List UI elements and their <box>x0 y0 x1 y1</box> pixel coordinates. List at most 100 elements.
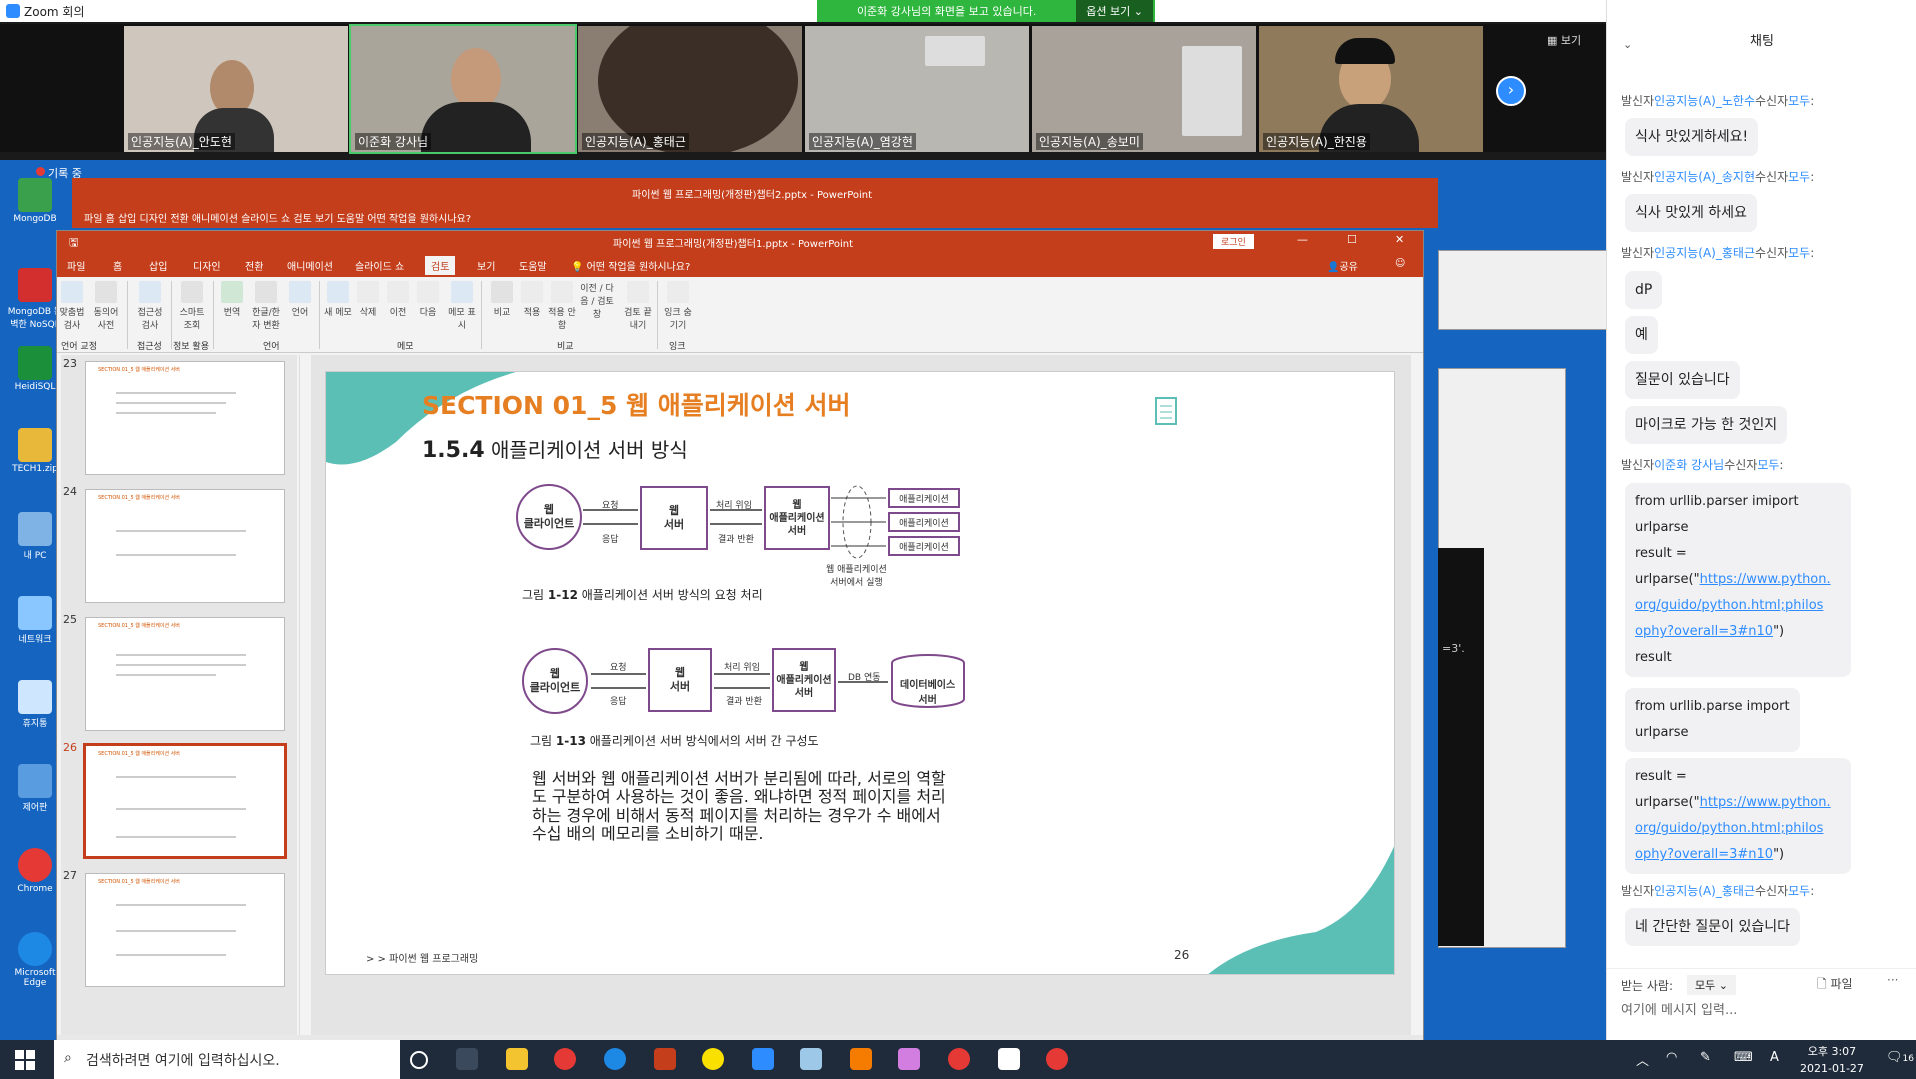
control-panel-icon <box>18 764 52 798</box>
hanja-button[interactable]: 한글/한자 변환 <box>251 281 281 331</box>
maximize-button[interactable]: ☐ <box>1347 233 1357 246</box>
tell-me-search[interactable]: 💡 어떤 작업을 원하시나요? <box>571 258 690 273</box>
chat-link[interactable]: ophy?overall=3#n10 <box>1635 847 1773 862</box>
chat-link[interactable]: https://www.python. <box>1700 795 1831 810</box>
login-button[interactable]: 로그인 <box>1213 234 1254 249</box>
next-page-arrow-icon[interactable]: › <box>1496 76 1526 106</box>
chat-meta: 발신자인공지능(A)_홍태근수신자모두: <box>1621 884 1815 898</box>
taskbar-search[interactable]: ⌕ 검색하려면 여기에 입력하십시오. <box>54 1040 400 1079</box>
slide-canvas[interactable]: SECTION 01_5 웹 애플리케이션 서버 1.5.4 애플리케이션 서버… <box>325 371 1395 975</box>
save-icon[interactable]: 🖫 <box>69 234 78 253</box>
participant-tile[interactable]: 인공지능(A)_홍태근 <box>578 26 802 152</box>
chat-link[interactable]: https://www.python. <box>1700 572 1831 587</box>
tab-review[interactable]: 검토 <box>425 256 456 275</box>
tab-file[interactable]: 파일 <box>67 258 85 273</box>
background-window[interactable] <box>1438 250 1608 330</box>
gallery-view-button[interactable]: ▦ 보기 <box>1547 32 1581 48</box>
jupyter-icon[interactable] <box>850 1048 872 1070</box>
show-hidden-icons-icon[interactable]: ︿ <box>1636 1050 1649 1069</box>
tab-insert[interactable]: 삽입 <box>149 258 167 273</box>
edge-icon[interactable] <box>604 1048 626 1070</box>
prev-change-button[interactable]: 이전 / 다음 / 검토 창 <box>577 281 617 320</box>
chat-link[interactable]: ophy?overall=3#n10 <box>1635 624 1773 639</box>
thumbnail-scrollbar[interactable] <box>299 355 309 1035</box>
smiley-icon[interactable]: ☺ <box>1395 258 1405 269</box>
more-options-icon[interactable]: ··· <box>1887 973 1898 987</box>
participant-tile[interactable]: 인공지능(A)_송보미 <box>1032 26 1256 152</box>
result-label: 결과 반환 <box>718 535 754 545</box>
share-button[interactable]: 👤공유 <box>1327 258 1358 273</box>
result-label: 결과 반환 <box>726 697 762 707</box>
participant-tile[interactable]: 인공지능(A)_안도현 <box>124 26 348 152</box>
smart-lookup-button[interactable]: 스마트 조회 <box>177 281 207 331</box>
taskbar-clock[interactable]: 오후 3:07 2021-01-27 <box>1800 1043 1864 1077</box>
chrome-icon[interactable] <box>554 1048 576 1070</box>
ime-indicator[interactable]: A <box>1770 1050 1779 1065</box>
prev-comment-button[interactable]: 이전 <box>383 281 413 318</box>
tab-design[interactable]: 디자인 <box>193 258 221 273</box>
cortana-icon[interactable] <box>410 1051 428 1069</box>
language-button[interactable]: 언어 <box>285 281 315 318</box>
show-comments-button[interactable]: 메모 표시 <box>447 281 477 331</box>
hide-ink-button[interactable]: 잉크 숨기기 <box>663 281 693 331</box>
tab-animations[interactable]: 애니메이션 <box>287 258 333 273</box>
tab-help[interactable]: 도움말 <box>519 258 547 273</box>
keyboard-icon[interactable]: ⌨ <box>1734 1050 1753 1065</box>
chrome-icon[interactable] <box>1046 1048 1068 1070</box>
windows-start-icon[interactable] <box>14 1049 36 1071</box>
chat-meta: 발신자인공지능(A)_송지현수신자모두: <box>1621 170 1815 184</box>
slide-thumbnail[interactable]: SECTION 01_5 웹 애플리케이션 서버 <box>85 617 285 731</box>
compare-button[interactable]: 비교 <box>487 281 517 318</box>
chat-message-input[interactable]: 여기에 메시지 입력... <box>1621 999 1901 1018</box>
reject-button[interactable]: 적용 안 함 <box>547 281 577 331</box>
slide-thumbnail[interactable]: SECTION 01_5 웹 애플리케이션 서버 <box>85 489 285 603</box>
participant-tile[interactable]: 이준화 강사님 <box>349 24 577 154</box>
minimize-button[interactable]: — <box>1297 233 1308 246</box>
participant-name: 인공지능(A)_한진용 <box>1263 133 1370 150</box>
accept-button[interactable]: 적용 <box>517 281 547 318</box>
app-icon[interactable] <box>898 1048 920 1070</box>
share-banner-text: 이준화 강사님의 화면을 보고 있습니다. <box>856 5 1037 18</box>
tab-slideshow[interactable]: 슬라이드 쇼 <box>355 258 404 273</box>
delete-comment-button[interactable]: 삭제 <box>353 281 383 318</box>
new-comment-button[interactable]: 새 메모 <box>323 281 353 318</box>
console-window[interactable]: =3'. <box>1438 548 1484 946</box>
tab-transitions[interactable]: 전환 <box>245 258 263 273</box>
figure-caption: 그림 1-12 애플리케이션 서버 방식의 요청 처리 <box>522 588 763 602</box>
slide-footer: > > 파이썬 웹 프로그래밍 <box>366 954 479 965</box>
notification-icon[interactable]: 🗨16 <box>1886 1050 1914 1065</box>
end-review-button[interactable]: 검토 끝내기 <box>623 281 653 331</box>
spelling-button[interactable]: 맞춤법 검사 <box>57 281 87 331</box>
desktop-icon[interactable]: MongoDB <box>4 178 66 224</box>
pen-icon[interactable]: ✎ <box>1700 1050 1711 1065</box>
participant-tile[interactable]: 인공지능(A)_한진용 <box>1259 26 1483 152</box>
powerpoint-window-back[interactable]: 파이썬 웹 프로그래밍(개정판)챕터2.pptx - PowerPoint 파일… <box>72 178 1438 228</box>
network-icon[interactable]: ◠ <box>1666 1050 1677 1065</box>
chrome-icon[interactable] <box>948 1048 970 1070</box>
translate-button[interactable]: 번역 <box>217 281 247 318</box>
slide-thumbnail[interactable]: SECTION 01_5 웹 애플리케이션 서버 <box>85 361 285 475</box>
app-icon[interactable] <box>800 1048 822 1070</box>
recipient-dropdown[interactable]: 모두 ⌄ <box>1687 975 1736 995</box>
powerpoint-icon[interactable] <box>654 1048 676 1070</box>
view-options-button[interactable]: 옵션 보기 ⌄ <box>1076 0 1153 22</box>
recording-dot-icon <box>36 167 45 176</box>
kakaotalk-icon[interactable] <box>702 1048 724 1070</box>
tab-view[interactable]: 보기 <box>477 258 495 273</box>
slide-thumbnail-current[interactable]: SECTION 01_5 웹 애플리케이션 서버 <box>83 743 287 859</box>
thesaurus-button[interactable]: 동의어 사전 <box>91 281 121 331</box>
file-button[interactable]: 🗋 파일 <box>1817 975 1853 996</box>
chat-link[interactable]: org/guido/python.html;philos <box>1635 593 1841 619</box>
zoom-icon[interactable] <box>752 1048 774 1070</box>
next-comment-button[interactable]: 다음 <box>413 281 443 318</box>
close-button[interactable]: ✕ <box>1395 233 1404 246</box>
file-explorer-icon[interactable] <box>506 1048 528 1070</box>
tab-home[interactable]: 홈 <box>113 258 122 273</box>
slide-thumbnail[interactable]: SECTION 01_5 웹 애플리케이션 서버 <box>85 873 285 987</box>
typora-icon[interactable] <box>998 1048 1020 1070</box>
chat-link[interactable]: org/guido/python.html;philos <box>1635 816 1841 842</box>
participant-tile[interactable]: 인공지능(A)_염강현 <box>805 26 1029 152</box>
slide-scrollbar[interactable] <box>1413 355 1423 1035</box>
accessibility-button[interactable]: 접근성 검사 <box>135 281 165 331</box>
task-view-icon[interactable] <box>456 1048 478 1070</box>
